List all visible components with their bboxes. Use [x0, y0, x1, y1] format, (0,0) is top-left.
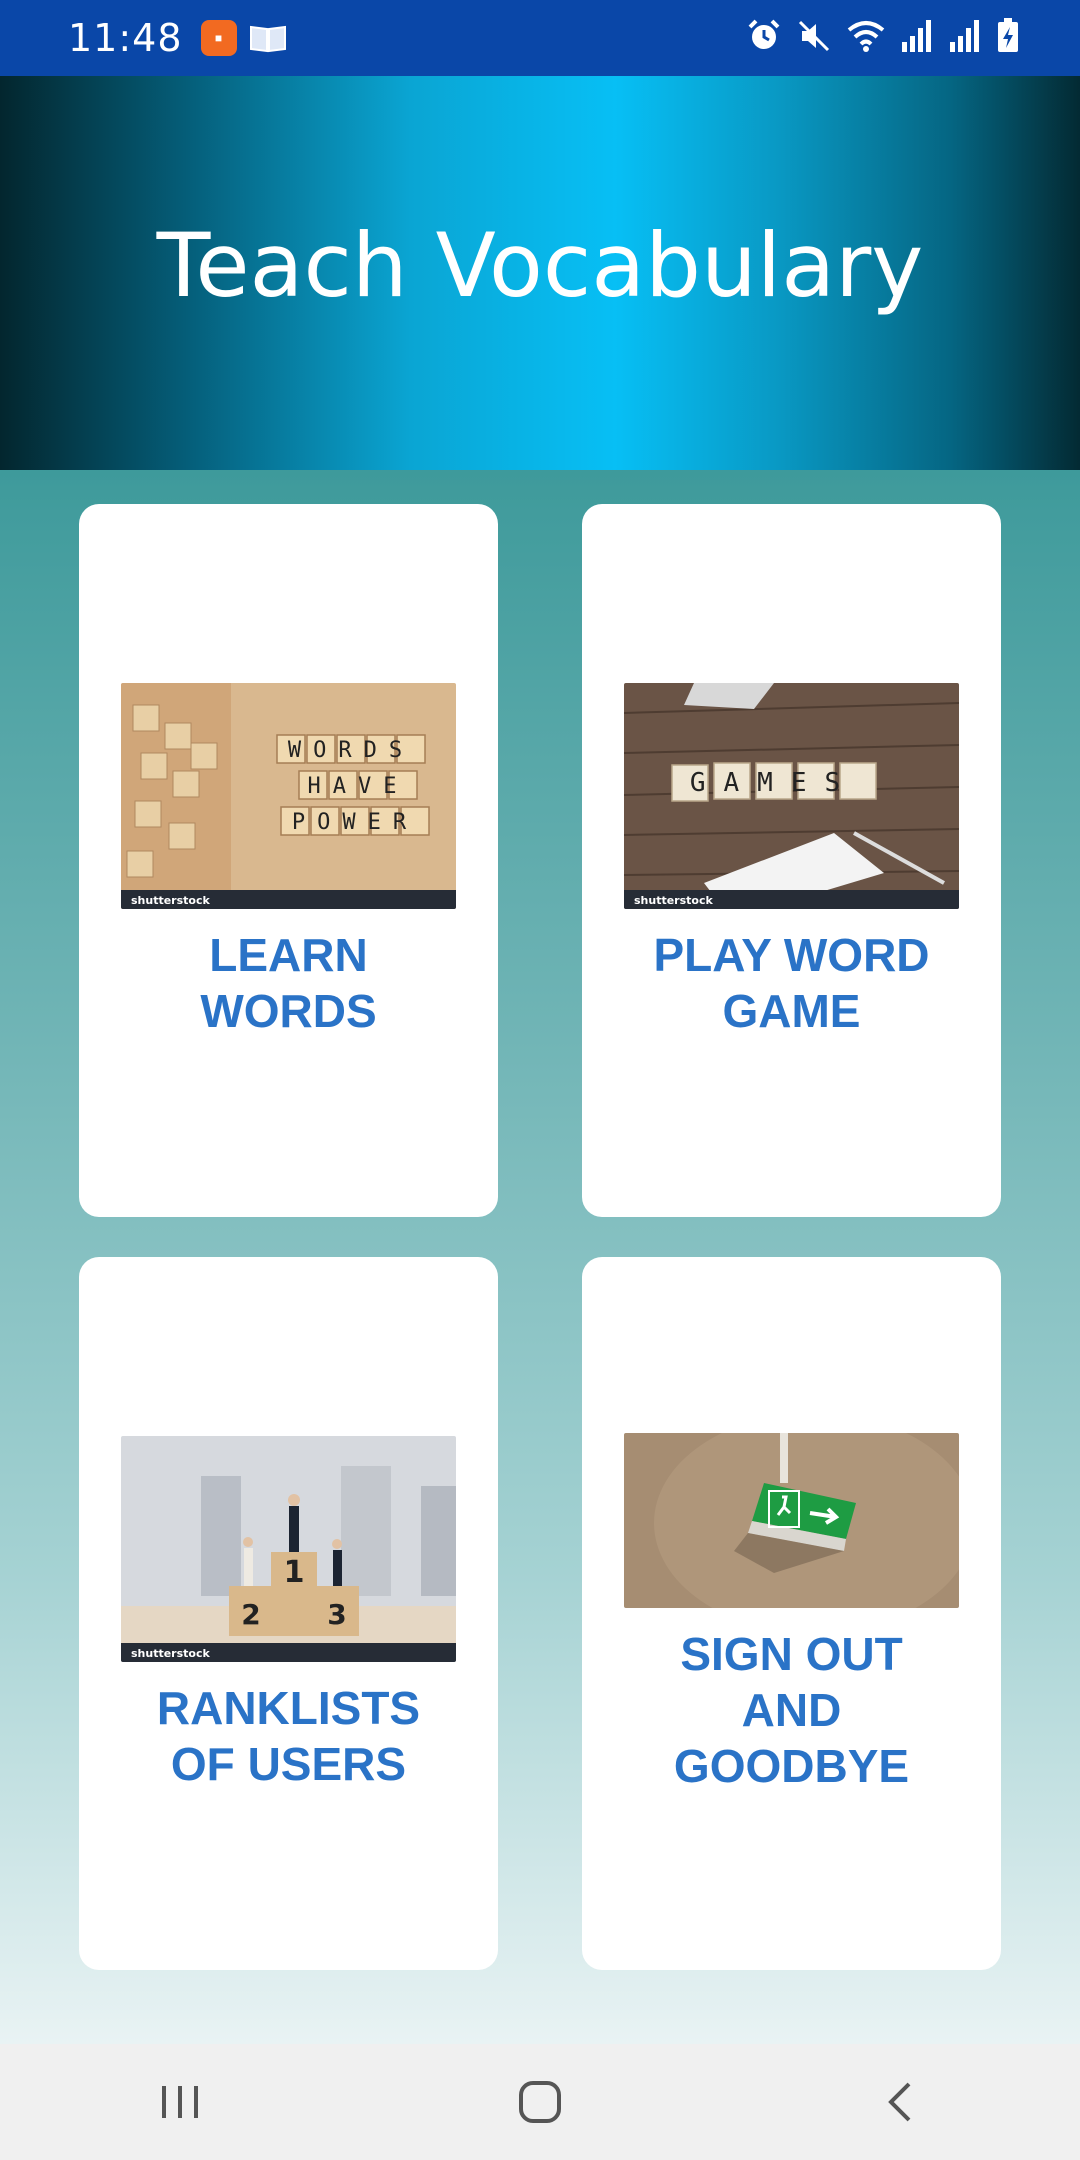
power-tile-text: POWER — [292, 810, 418, 835]
ranklists-card[interactable]: 1 2 3 shutterstock RANKLISTS OF USERS — [79, 1257, 498, 1970]
games-tile-text: GAMES — [690, 768, 858, 798]
sign-out-card[interactable]: SIGN OUT AND GOODBYE — [582, 1257, 1001, 1970]
watermark-text: shutterstock — [634, 894, 713, 907]
exit-sign-image — [624, 1433, 959, 1608]
wifi-icon — [847, 21, 885, 52]
home-icon — [519, 2081, 561, 2123]
menu-grid: WORDS HAVE POWER shutterstock LEARN WORD… — [0, 470, 1080, 2044]
back-icon — [888, 2082, 911, 2122]
words-have-power-image: WORDS HAVE POWER shutterstock — [121, 682, 456, 909]
learn-words-card[interactable]: WORDS HAVE POWER shutterstock LEARN WORD… — [79, 504, 498, 1217]
podium-image: 1 2 3 shutterstock — [121, 1435, 456, 1662]
recent-apps-button[interactable] — [120, 2062, 240, 2142]
alarm-icon — [748, 19, 780, 49]
book-icon — [249, 25, 286, 53]
sign-out-label: SIGN OUT AND GOODBYE — [673, 1628, 910, 1792]
system-status-icons — [746, 18, 1020, 54]
podium-first-text: 1 — [284, 1555, 305, 1590]
watermark-text: shutterstock — [131, 1647, 210, 1660]
podium-third-text: 3 — [327, 1598, 346, 1631]
app-title: Teach Vocabulary — [156, 213, 924, 317]
status-bar: 11:48 ■ — [0, 0, 1080, 76]
play-word-game-label: PLAY WORD GAME — [653, 928, 930, 1037]
play-word-game-card[interactable]: GAMES shutterstock PLAY WORD GAME — [582, 504, 1001, 1217]
signal-icon — [950, 20, 979, 52]
navigation-bar — [0, 2044, 1080, 2160]
words-tile-text: WORDS — [288, 738, 414, 763]
home-button[interactable] — [480, 2062, 600, 2142]
recent-apps-icon — [162, 2086, 198, 2118]
learn-words-label: LEARN WORDS — [200, 928, 377, 1037]
status-time: 11:48 — [68, 16, 183, 60]
back-button[interactable] — [840, 2062, 960, 2142]
watermark-text: shutterstock — [131, 894, 210, 907]
app-notification-icon: ■ — [200, 20, 237, 56]
have-tile-text: HAVE — [308, 774, 409, 799]
signal-icon — [902, 20, 931, 52]
games-image: GAMES shutterstock — [624, 682, 959, 909]
mute-icon — [798, 20, 830, 52]
podium-second-text: 2 — [241, 1598, 260, 1631]
ranklists-label: RANKLISTS OF USERS — [156, 1681, 421, 1790]
header-banner: Teach Vocabulary — [0, 76, 1080, 470]
battery-charging-icon — [998, 18, 1018, 52]
